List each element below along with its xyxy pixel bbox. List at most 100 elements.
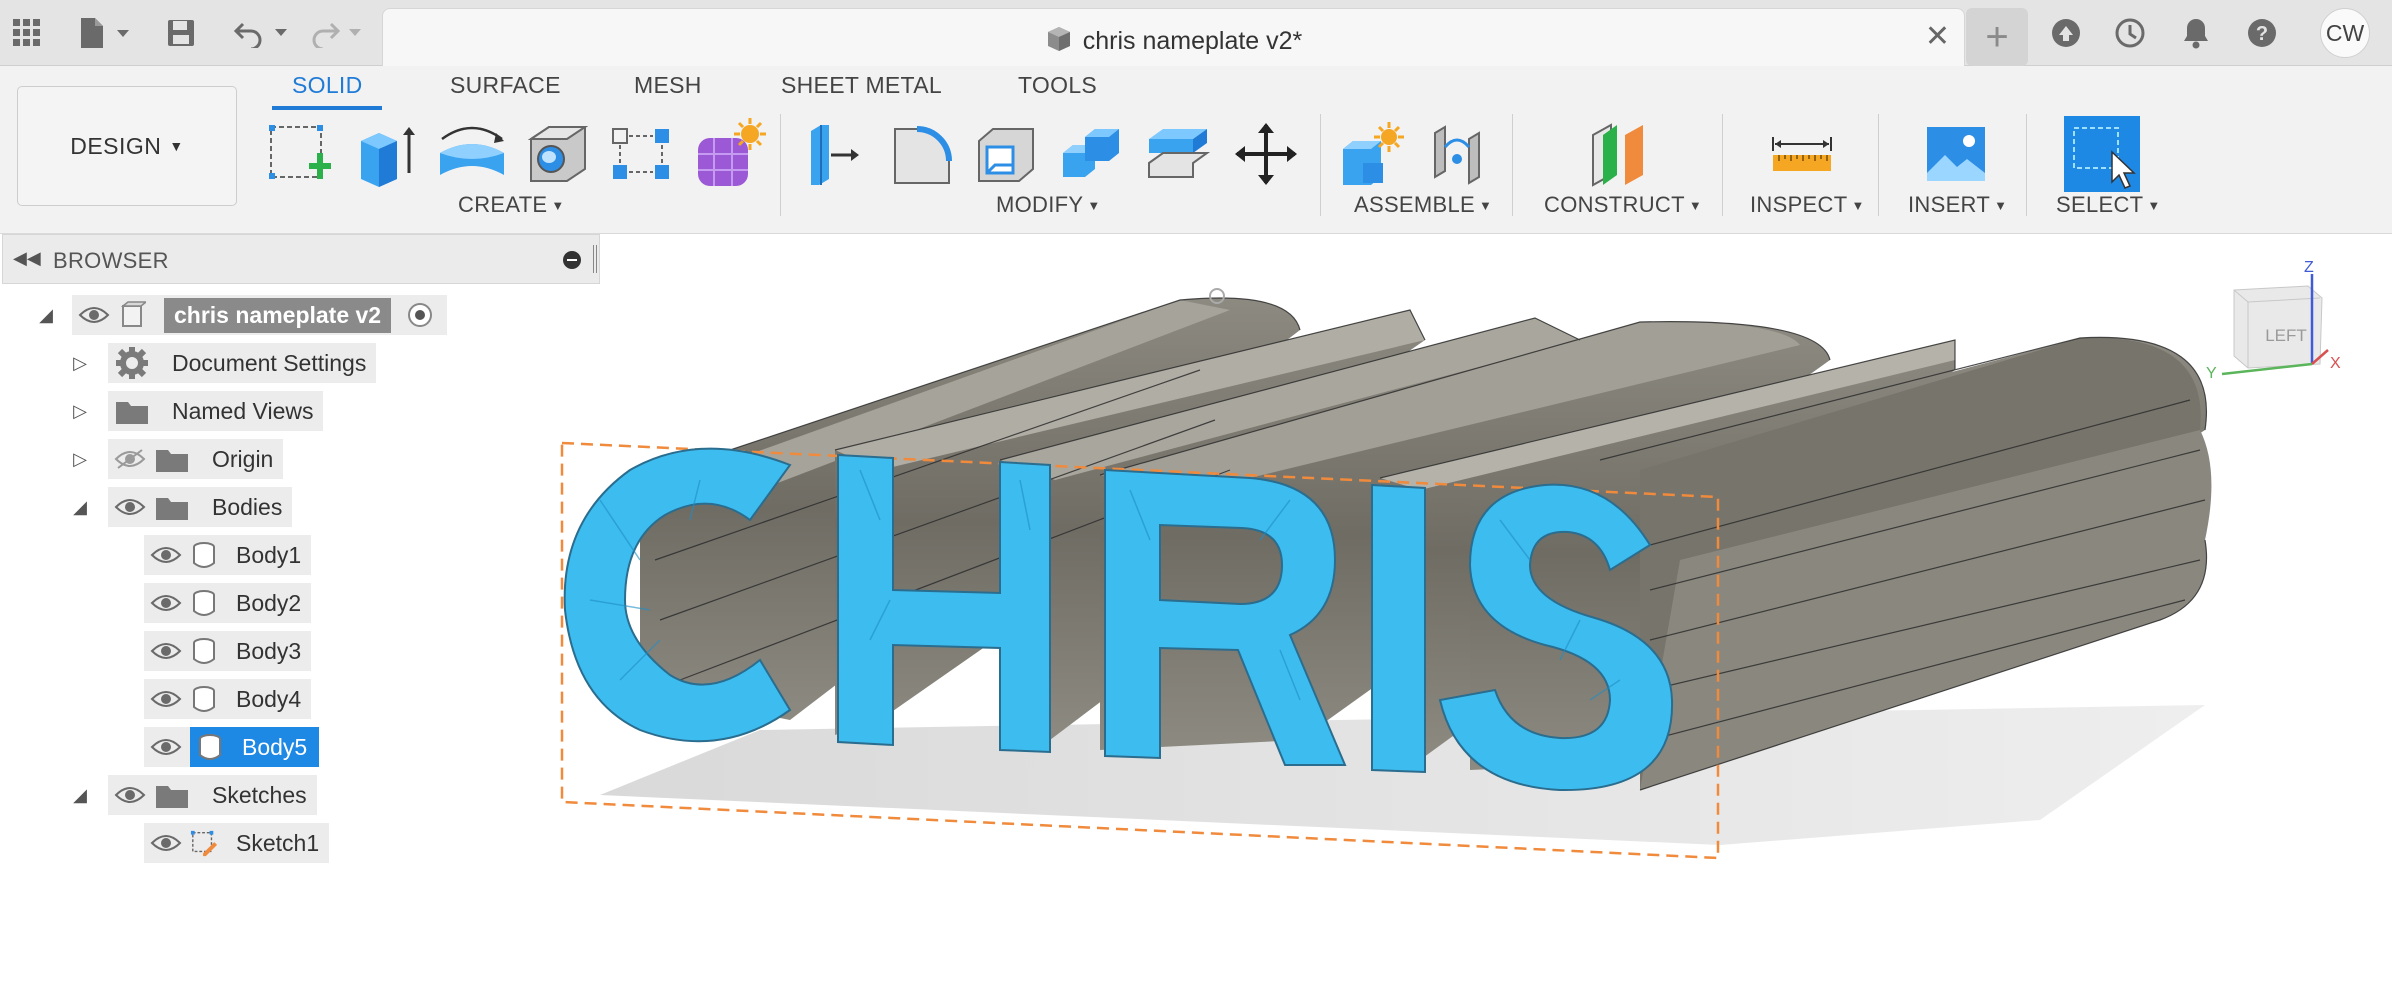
- folder-icon: [116, 402, 148, 424]
- user-avatar[interactable]: CW: [2320, 8, 2370, 58]
- revolve-icon: [440, 126, 504, 175]
- press-pull-button[interactable]: [798, 116, 874, 192]
- construct-menu[interactable]: CONSTRUCT ▼: [1544, 192, 1702, 218]
- select-cursor-icon: [2064, 116, 2140, 192]
- activate-radio-icon[interactable]: [403, 300, 437, 330]
- tab-tools[interactable]: TOOLS: [1018, 72, 1097, 112]
- browser-item-body[interactable]: Body4: [144, 679, 312, 719]
- tab-surface[interactable]: SURFACE: [450, 72, 561, 112]
- collapse-triangle-icon[interactable]: ◢: [36, 305, 56, 325]
- hole-icon: [527, 126, 589, 182]
- gear-icon: [116, 347, 148, 379]
- visibility-eye-icon[interactable]: [150, 688, 182, 710]
- browser-root-node[interactable]: chris nameplate v2: [72, 295, 448, 335]
- measure-button[interactable]: [1764, 116, 1840, 192]
- modify-menu[interactable]: MODIFY ▼: [996, 192, 1101, 218]
- visibility-eye-icon[interactable]: [150, 640, 182, 662]
- new-component-button[interactable]: [1334, 116, 1410, 192]
- pattern-button[interactable]: [604, 116, 680, 192]
- job-status-icon[interactable]: [2110, 14, 2150, 52]
- expand-triangle-icon[interactable]: ▷: [70, 401, 90, 421]
- combine-button[interactable]: [1054, 116, 1130, 192]
- expand-triangle-icon[interactable]: ▷: [70, 353, 90, 373]
- browser-header: ◀◀ BROWSER: [2, 234, 600, 284]
- browser-item-origin[interactable]: Origin: [108, 439, 284, 479]
- extrude-button[interactable]: [348, 116, 424, 192]
- browser-item-named-views[interactable]: Named Views: [108, 391, 324, 431]
- select-button[interactable]: [2064, 116, 2140, 192]
- extrude-icon: [361, 127, 415, 187]
- offset-face-icon: [1148, 129, 1211, 178]
- assemble-menu[interactable]: ASSEMBLE ▼: [1354, 192, 1492, 218]
- visibility-eye-icon[interactable]: [150, 544, 182, 566]
- hole-button[interactable]: [520, 116, 596, 192]
- body-icon: [193, 590, 215, 616]
- inspect-menu[interactable]: INSPECT ▼: [1750, 192, 1865, 218]
- browser-item-body[interactable]: Body3: [144, 631, 312, 671]
- workspace-label: DESIGN: [70, 132, 162, 159]
- browser-item-document-settings[interactable]: Document Settings: [108, 343, 377, 383]
- revolve-button[interactable]: [434, 116, 510, 192]
- offset-plane-button[interactable]: [1582, 116, 1658, 192]
- help-icon[interactable]: ?: [2242, 14, 2282, 52]
- caret-down-icon: ▼: [1087, 198, 1101, 213]
- tab-sheet-metal[interactable]: SHEET METAL: [781, 72, 942, 112]
- folder-icon: [156, 498, 188, 520]
- undo-button[interactable]: [232, 14, 294, 52]
- panel-resize-handle[interactable]: [593, 245, 597, 273]
- shell-icon: [978, 128, 1034, 182]
- joint-button[interactable]: [1422, 116, 1498, 192]
- create-sketch-button[interactable]: [262, 116, 338, 192]
- new-component-icon: [1343, 122, 1404, 185]
- title-bar: chris nameplate v2* ✕ + ? CW: [0, 0, 2392, 66]
- visibility-eye-icon[interactable]: [78, 304, 110, 326]
- create-menu[interactable]: CREATE ▼: [458, 192, 565, 218]
- create-form-button[interactable]: [690, 116, 766, 192]
- press-pull-icon: [811, 125, 859, 185]
- tab-mesh[interactable]: MESH: [634, 72, 702, 112]
- collapse-panel-icon[interactable]: ◀◀: [13, 248, 41, 269]
- insert-canvas-button[interactable]: [1918, 116, 1994, 192]
- select-menu[interactable]: SELECT ▼: [2056, 192, 2161, 218]
- ribbon-toolbar: DESIGN ▼ SOLID SURFACE MESH SHEET METAL T…: [0, 66, 2392, 234]
- visibility-eye-icon[interactable]: [114, 496, 146, 518]
- nameplate-model[interactable]: [530, 234, 2392, 986]
- hidden-eye-icon[interactable]: [114, 448, 146, 470]
- browser-item-bodies[interactable]: Bodies: [108, 487, 293, 527]
- collapse-triangle-icon[interactable]: ◢: [70, 497, 90, 517]
- image-icon: [1927, 127, 1985, 181]
- construct-plane-icon: [1592, 123, 1643, 187]
- minimize-panel-icon[interactable]: [563, 251, 581, 269]
- view-cube[interactable]: LEFT Z Y X: [2200, 250, 2360, 400]
- sketch-icon: [190, 830, 218, 857]
- collapse-triangle-icon[interactable]: ◢: [70, 785, 90, 805]
- document-title: chris nameplate v2*: [1082, 27, 1303, 55]
- browser-item-sketch[interactable]: Sketch1: [144, 823, 330, 863]
- workspace-switcher-button[interactable]: DESIGN ▼: [17, 86, 237, 206]
- browser-item-body[interactable]: Body1: [144, 535, 312, 575]
- 3d-viewport[interactable]: [530, 234, 2392, 986]
- browser-item-sketches[interactable]: Sketches: [108, 775, 317, 815]
- expand-triangle-icon[interactable]: ▷: [70, 449, 90, 469]
- new-tab-button[interactable]: +: [1966, 8, 2028, 66]
- notifications-icon[interactable]: [2176, 14, 2216, 52]
- insert-menu[interactable]: INSERT ▼: [1908, 192, 2007, 218]
- close-tab-icon[interactable]: ✕: [1925, 22, 1950, 52]
- shell-button[interactable]: [968, 116, 1044, 192]
- browser-item-body-selected[interactable]: Body5: [144, 727, 320, 767]
- visibility-eye-icon[interactable]: [114, 784, 146, 806]
- offset-face-button[interactable]: [1140, 116, 1216, 192]
- visibility-eye-icon[interactable]: [150, 832, 182, 854]
- redo-button[interactable]: [306, 14, 368, 52]
- extensions-icon[interactable]: [2046, 14, 2086, 52]
- save-icon: [168, 20, 194, 46]
- move-copy-button[interactable]: [1228, 116, 1304, 192]
- file-menu-button[interactable]: [74, 14, 134, 52]
- visibility-eye-icon[interactable]: [150, 592, 182, 614]
- save-button[interactable]: [164, 14, 198, 52]
- visibility-eye-icon[interactable]: [150, 736, 182, 758]
- document-tab[interactable]: chris nameplate v2* ✕: [382, 8, 1965, 66]
- browser-item-body[interactable]: Body2: [144, 583, 312, 623]
- apps-grid-icon[interactable]: [8, 14, 46, 52]
- fillet-button[interactable]: [884, 116, 960, 192]
